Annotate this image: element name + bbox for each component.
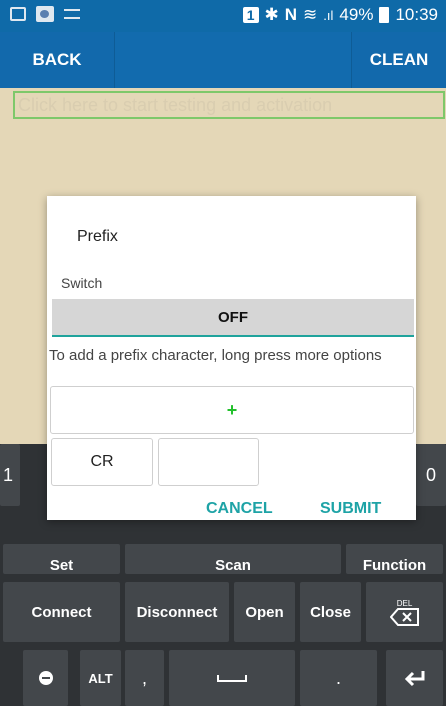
key-comma[interactable]: , xyxy=(125,650,164,706)
delete-label: DEL xyxy=(396,598,413,608)
back-button[interactable]: BACK xyxy=(0,32,115,88)
key-set[interactable]: Set xyxy=(3,544,120,574)
prefix-chip-empty[interactable] xyxy=(158,438,259,486)
key-1[interactable]: 1 xyxy=(0,444,20,506)
clean-button[interactable]: CLEAN xyxy=(351,32,446,88)
photo-notification-icon xyxy=(36,6,54,22)
key-scan[interactable]: Scan xyxy=(125,544,341,574)
message-notification-icon xyxy=(64,9,80,19)
prefix-chip-cr[interactable]: CR xyxy=(51,438,153,486)
key-enter[interactable] xyxy=(386,650,443,706)
space-bar-icon xyxy=(217,675,247,682)
key-0[interactable]: 0 xyxy=(416,444,446,506)
prefix-switch-toggle[interactable]: OFF xyxy=(52,299,414,337)
bluetooth-icon: ✱ xyxy=(264,5,279,24)
key-emoji[interactable] xyxy=(23,650,68,706)
nfc-icon: N xyxy=(284,5,298,24)
submit-button[interactable]: SUBMIT xyxy=(320,500,381,518)
key-period[interactable]: . xyxy=(300,650,377,706)
dialog-title: Prefix xyxy=(77,228,118,245)
app-bar: BACK CLEAN xyxy=(0,32,446,88)
key-disconnect[interactable]: Disconnect xyxy=(125,582,229,642)
status-indicators: 1 ✱ N ≋ .ıl 49% 10:39 xyxy=(242,5,438,25)
enter-icon xyxy=(404,671,424,687)
minus-circle-icon xyxy=(38,671,53,685)
key-delete[interactable]: DEL xyxy=(366,582,443,642)
battery-level: 49% xyxy=(339,5,374,24)
key-alt[interactable]: ALT xyxy=(80,650,121,706)
prefix-hint: To add a prefix character, long press mo… xyxy=(49,347,382,364)
signal-icon: .ıl xyxy=(323,7,334,23)
key-function[interactable]: Function xyxy=(346,544,443,574)
key-space[interactable] xyxy=(169,650,295,706)
key-connect[interactable]: Connect xyxy=(3,582,120,642)
wifi-icon: ≋ xyxy=(303,5,318,24)
clock: 10:39 xyxy=(395,5,438,24)
gallery-notification-icon xyxy=(10,7,26,21)
add-prefix-button[interactable]: + xyxy=(50,386,414,434)
prefix-dialog: Prefix Switch OFF To add a prefix charac… xyxy=(47,196,416,520)
key-open[interactable]: Open xyxy=(234,582,295,642)
status-notifications xyxy=(10,6,80,22)
test-activation-field[interactable]: Click here to start testing and activati… xyxy=(13,91,445,119)
battery-icon xyxy=(379,7,390,23)
backspace-icon xyxy=(389,607,419,626)
key-close[interactable]: Close xyxy=(300,582,361,642)
switch-label: Switch xyxy=(61,275,103,291)
sim-badge: 1 xyxy=(242,7,259,23)
cancel-button[interactable]: CANCEL xyxy=(206,500,273,518)
status-bar: 1 ✱ N ≋ .ıl 49% 10:39 xyxy=(0,0,446,32)
